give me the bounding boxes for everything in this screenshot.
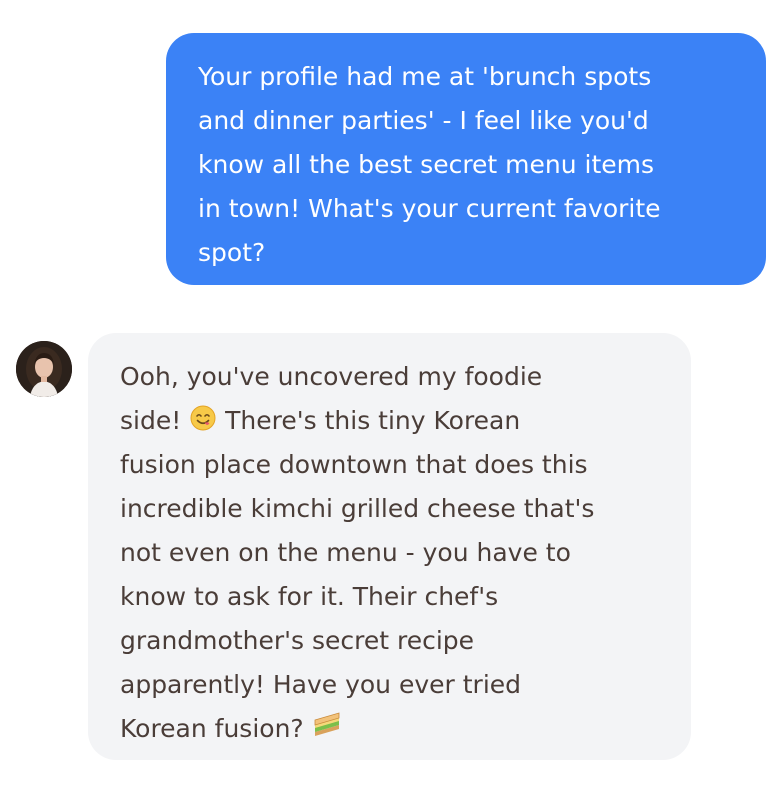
yum-face-emoji-icon (189, 404, 217, 432)
chat-thread: Your profile had me at 'brunch spots and… (0, 0, 780, 796)
received-message-text-2: There's this tiny Korean fusion place do… (120, 406, 595, 743)
woman-portrait-avatar-icon (16, 341, 72, 397)
sandwich-emoji-icon (312, 712, 342, 740)
sent-message-bubble: Your profile had me at 'brunch spots and… (166, 33, 766, 285)
received-message-bubble: Ooh, you've uncovered my foodie side! Th… (88, 333, 691, 760)
contact-avatar[interactable] (16, 341, 72, 397)
